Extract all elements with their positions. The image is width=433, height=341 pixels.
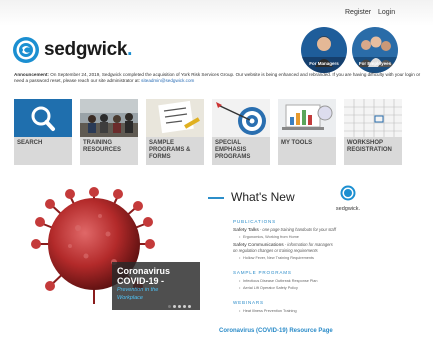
pub-safety-talks[interactable]: Safety Talks - one page training handout… bbox=[233, 227, 336, 233]
safety-note-photo bbox=[146, 99, 204, 137]
publications-heading: PUBLICATIONS bbox=[233, 219, 276, 224]
managers-label: For Managers bbox=[309, 61, 339, 66]
slider-dot[interactable] bbox=[168, 305, 171, 308]
webinars-heading: WEBINARS bbox=[233, 300, 264, 305]
search-icon bbox=[14, 99, 72, 137]
tile-workshop-registration[interactable]: WORKSHOP REGISTRATION bbox=[344, 99, 402, 165]
hero-subtitle-line1: Prevention in the bbox=[117, 287, 159, 293]
pub-safety-communications-desc: on regulation changes or training requir… bbox=[233, 248, 318, 253]
announcement-text: On September 24, 2019, Sedgwick complete… bbox=[14, 72, 421, 83]
managers-photo bbox=[301, 27, 347, 73]
hero-subtitle-line2: Workplace bbox=[117, 294, 143, 301]
tile-sample-programs-forms[interactable]: SAMPLE PROGRAMS & FORMS bbox=[146, 99, 204, 165]
calendar-photo bbox=[344, 99, 402, 137]
employees-photo bbox=[352, 27, 398, 73]
hero-caption[interactable]: Coronavirus COVID-19 - Prevention in the… bbox=[112, 262, 200, 310]
tile-my-tools[interactable]: MY TOOLS bbox=[278, 99, 336, 165]
slider-dot[interactable] bbox=[173, 305, 176, 308]
whats-new-title: What's New bbox=[231, 190, 295, 204]
target-photo bbox=[212, 99, 270, 137]
pub-safety-communications-sub[interactable]: Hollow Fever, New Training Requirements bbox=[239, 256, 314, 260]
tile-label: MY TOOLS bbox=[281, 140, 313, 146]
employees-label: For Employees bbox=[358, 61, 392, 66]
login-link[interactable]: Login bbox=[378, 9, 395, 16]
tile-search[interactable]: SEARCH bbox=[14, 99, 72, 165]
logo-mark-icon bbox=[340, 185, 356, 201]
sample-programs-heading: SAMPLE PROGRAMS bbox=[233, 270, 292, 275]
covid-resource-link[interactable]: Coronavirus (COVID-19) Resource Page bbox=[219, 328, 333, 334]
announcement: Announcement: On September 24, 2019, Sed… bbox=[14, 72, 422, 84]
webinar-item[interactable]: Heat Illness Prevention Training bbox=[239, 309, 297, 313]
pub-safety-talks-sub[interactable]: Ergonomics, Working from Home bbox=[239, 235, 299, 239]
announcement-label: Announcement: bbox=[14, 72, 49, 77]
tile-training-resources[interactable]: TRAINING RESOURCES bbox=[80, 99, 138, 165]
hero-title-line1: Coronavirus bbox=[117, 266, 171, 276]
logo-wordmark: sedgwick. bbox=[44, 39, 133, 60]
register-link[interactable]: Register bbox=[345, 9, 371, 16]
laptop-chart-photo bbox=[278, 99, 336, 137]
announcement-email-link[interactable]: siteadmin@sedgwick.com bbox=[141, 78, 194, 83]
tile-label: SPECIAL EMPHASIS PROGRAMS bbox=[215, 140, 251, 161]
tile-label: SEARCH bbox=[17, 140, 43, 146]
slider-dot[interactable] bbox=[178, 305, 181, 308]
tile-label: WORKSHOP REGISTRATION bbox=[347, 140, 392, 154]
slider-dot[interactable] bbox=[183, 305, 186, 308]
logo-mark-icon bbox=[12, 36, 40, 64]
accent-bar bbox=[208, 197, 224, 199]
hero-title-line2: COVID-19 - bbox=[117, 276, 165, 286]
for-employees-link[interactable]: For Employees bbox=[352, 27, 398, 73]
whats-new-logo-word: sedgwick. bbox=[335, 206, 361, 212]
sedgwick-logo[interactable]: sedgwick. bbox=[12, 36, 132, 64]
tile-label: SAMPLE PROGRAMS & FORMS bbox=[149, 140, 191, 161]
tile-label: TRAINING RESOURCES bbox=[83, 140, 122, 154]
sample-program-item[interactable]: Aerial Lift Operator Safety Policy bbox=[239, 286, 298, 290]
tile-special-emphasis-programs[interactable]: SPECIAL EMPHASIS PROGRAMS bbox=[212, 99, 270, 165]
sample-program-item[interactable]: Infectious Disease Outbreak Response Pla… bbox=[239, 279, 317, 283]
slider-dots bbox=[168, 305, 191, 308]
for-managers-link[interactable]: For Managers bbox=[301, 27, 347, 73]
classroom-photo bbox=[80, 99, 138, 137]
whats-new-logo: sedgwick. bbox=[328, 185, 368, 212]
slider-dot[interactable] bbox=[188, 305, 191, 308]
